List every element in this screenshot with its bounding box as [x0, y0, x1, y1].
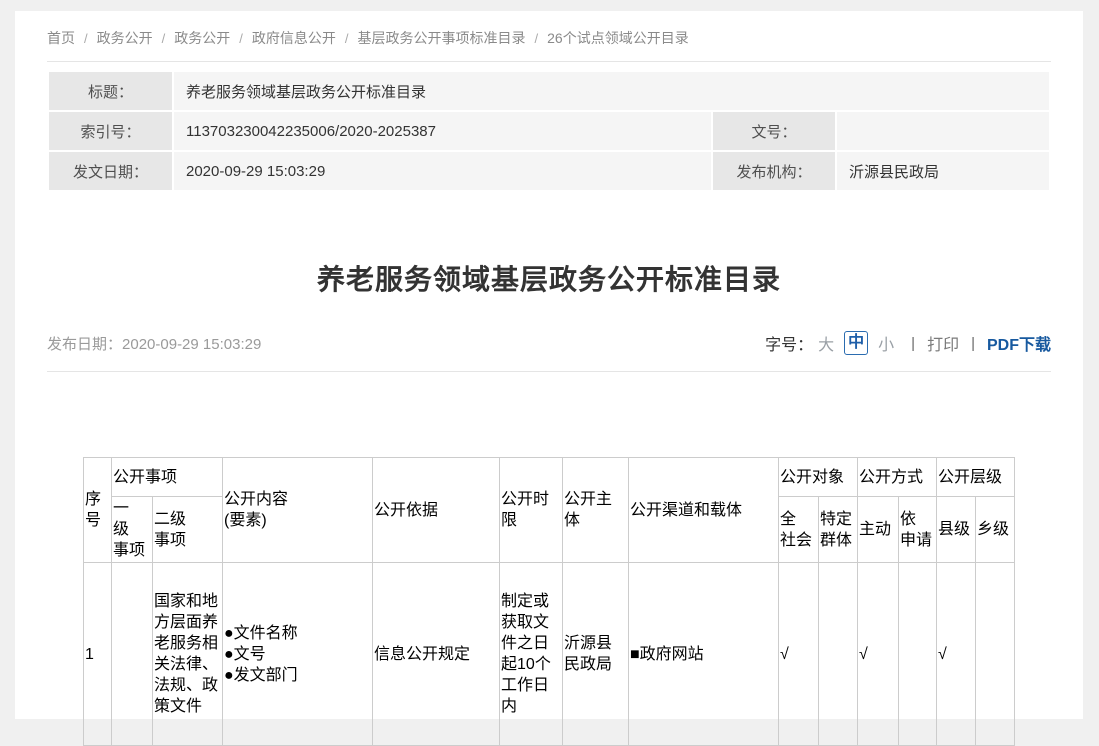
col-header-proactive: 主动 — [858, 497, 899, 563]
breadcrumb-pilot-catalog[interactable]: 26个试点领域公开目录 — [547, 28, 689, 48]
print-button[interactable]: 打印 — [927, 331, 959, 355]
col-header-county: 县级 — [937, 497, 976, 563]
cell-basis: 信息公开规定 — [373, 563, 500, 746]
tools-separator: | — [971, 335, 975, 352]
cell-all-society-check: √ — [779, 563, 819, 746]
publish-date-value: 2020-09-29 15:03:29 — [122, 336, 261, 353]
header-row-1: 序 号 公开事项 公开内容 (要素) 公开依据 公开时 限 公开主体 公开渠道和… — [84, 458, 1015, 497]
breadcrumb-separator: / — [75, 31, 97, 46]
col-header-audience: 公开对象 — [779, 458, 858, 497]
breadcrumb-separator: / — [336, 31, 358, 46]
breadcrumb-separator: / — [526, 31, 548, 46]
meta-publisher-label: 发布机构： — [713, 152, 835, 190]
col-header-category: 公开事项 — [112, 458, 223, 497]
cell-subject: 沂源县民政局 — [563, 563, 629, 746]
cell-seq: 1 — [84, 563, 112, 746]
breadcrumb-separator: / — [230, 31, 252, 46]
font-size-medium-button[interactable]: 中 — [844, 331, 868, 355]
meta-docnum-label: 文号： — [713, 112, 835, 150]
col-header-on-request: 依 申请 — [899, 497, 937, 563]
font-size-label: 字号： — [765, 331, 813, 355]
col-header-channel: 公开渠道和载体 — [629, 458, 779, 563]
col-header-level2: 二级 事项 — [153, 497, 223, 563]
pdf-download-link[interactable]: PDF下载 — [987, 331, 1051, 355]
cell-proactive-check: √ — [858, 563, 899, 746]
document-meta-table: 标题： 养老服务领域基层政务公开标准目录 索引号： 11370323004223… — [47, 70, 1051, 192]
col-header-content: 公开内容 (要素) — [223, 458, 373, 563]
cell-content: ●文件名称 ●文号 ●发文部门 — [223, 563, 373, 746]
meta-date-value: 2020-09-29 15:03:29 — [174, 152, 711, 190]
catalog-table-container: 序 号 公开事项 公开内容 (要素) 公开依据 公开时 限 公开主体 公开渠道和… — [83, 457, 1051, 746]
breadcrumb-zwgk-1[interactable]: 政务公开 — [97, 28, 153, 48]
meta-date-label: 发文日期： — [49, 152, 172, 190]
col-header-township: 乡级 — [976, 497, 1015, 563]
cell-level2: 国家和地方层面养老服务相关法律、法规、政策文件 — [153, 563, 223, 746]
cell-channel: ■政府网站 — [629, 563, 779, 746]
article-tools: 字号： 大 中 小 | 打印 | PDF下载 — [765, 331, 1051, 355]
col-header-seq: 序 号 — [84, 458, 112, 563]
breadcrumb-home[interactable]: 首页 — [47, 28, 75, 48]
tools-separator: | — [911, 335, 915, 352]
meta-row-index: 索引号： 113703230042235006/2020-2025387 文号： — [49, 112, 1049, 150]
table-row: 1 国家和地方层面养老服务相关法律、法规、政策文件 ●文件名称 ●文号 ●发文部… — [84, 563, 1015, 746]
meta-title-label: 标题： — [49, 72, 172, 110]
article-divider — [47, 371, 1051, 372]
breadcrumb-zwgk-2[interactable]: 政务公开 — [174, 28, 230, 48]
meta-index-value: 113703230042235006/2020-2025387 — [174, 112, 711, 150]
col-header-level: 公开层级 — [937, 458, 1015, 497]
article-meta-bar: 发布日期：2020-09-29 15:03:29 字号： 大 中 小 | 打印 … — [47, 330, 1051, 356]
cell-on-request-check — [899, 563, 937, 746]
breadcrumb-gov-info[interactable]: 政府信息公开 — [252, 28, 336, 48]
font-size-large-button[interactable]: 大 — [818, 331, 834, 355]
breadcrumb-divider — [47, 61, 1051, 62]
col-header-subject: 公开主体 — [563, 458, 629, 563]
font-size-small-button[interactable]: 小 — [878, 331, 894, 355]
col-header-all-society: 全 社会 — [779, 497, 819, 563]
meta-publisher-value: 沂源县民政局 — [837, 152, 1049, 190]
meta-row-date: 发文日期： 2020-09-29 15:03:29 发布机构： 沂源县民政局 — [49, 152, 1049, 190]
cell-level1 — [112, 563, 153, 746]
breadcrumb: 首页 / 政务公开 / 政务公开 / 政府信息公开 / 基层政务公开事项标准目录… — [47, 11, 1051, 48]
col-header-basis: 公开依据 — [373, 458, 500, 563]
col-header-time-limit: 公开时 限 — [500, 458, 563, 563]
publish-date: 发布日期：2020-09-29 15:03:29 — [47, 333, 261, 354]
page-title: 养老服务领域基层政务公开标准目录 — [47, 258, 1051, 298]
cell-township-check — [976, 563, 1015, 746]
meta-index-label: 索引号： — [49, 112, 172, 150]
content-panel: 首页 / 政务公开 / 政务公开 / 政府信息公开 / 基层政务公开事项标准目录… — [15, 11, 1083, 719]
breadcrumb-separator: / — [153, 31, 175, 46]
meta-row-title: 标题： 养老服务领域基层政务公开标准目录 — [49, 72, 1049, 110]
publish-date-label: 发布日期： — [47, 336, 122, 353]
meta-docnum-value — [837, 112, 1049, 150]
col-header-level1: 一 级 事项 — [112, 497, 153, 563]
cell-specific-group-check — [819, 563, 858, 746]
cell-time-limit: 制定或获取文件之日起10个工作日内 — [500, 563, 563, 746]
breadcrumb-standard-catalog[interactable]: 基层政务公开事项标准目录 — [358, 28, 526, 48]
col-header-method: 公开方式 — [858, 458, 937, 497]
catalog-table: 序 号 公开事项 公开内容 (要素) 公开依据 公开时 限 公开主体 公开渠道和… — [83, 457, 1015, 746]
meta-title-value: 养老服务领域基层政务公开标准目录 — [174, 72, 1049, 110]
col-header-specific-group: 特定 群体 — [819, 497, 858, 563]
cell-county-check: √ — [937, 563, 976, 746]
